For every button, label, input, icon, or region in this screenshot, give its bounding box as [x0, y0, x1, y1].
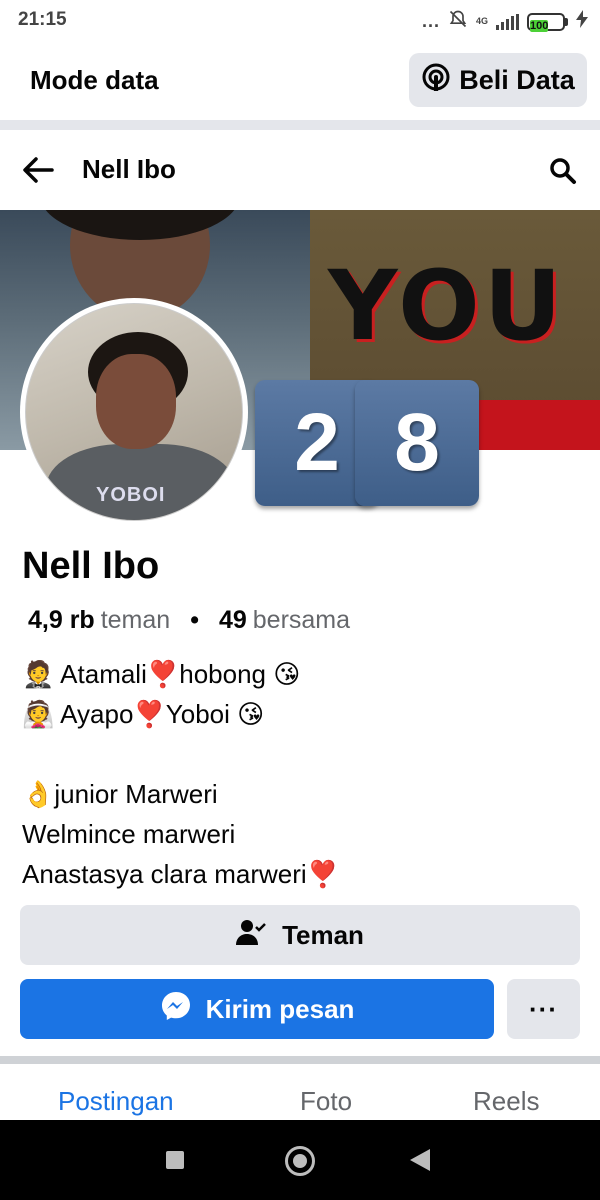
page-title: Nell Ibo: [82, 154, 176, 184]
back-triangle-icon[interactable]: [410, 1149, 430, 1171]
send-message-label: Kirim pesan: [205, 993, 355, 1024]
friends-count: 4,9 rb: [28, 606, 95, 634]
messenger-icon: [160, 990, 192, 1029]
profile-tabs: Postingan Foto Reels: [0, 1064, 600, 1120]
recents-icon[interactable]: [166, 1151, 184, 1169]
mutual-label: bersama: [252, 606, 351, 634]
friend-check-icon: [236, 918, 266, 953]
bio-line: Anastasya clara marweri❣️: [22, 859, 340, 889]
mutual-count: 49: [218, 606, 247, 634]
status-icons: ... 4G 100: [422, 9, 588, 34]
send-message-button[interactable]: Kirim pesan: [20, 979, 494, 1039]
stats-separator: •: [190, 606, 199, 634]
signal-icon: [496, 13, 519, 30]
buy-data-label: Beli Data: [459, 64, 575, 95]
bell-muted-icon: [448, 9, 468, 34]
battery-icon: 100: [527, 12, 568, 32]
profile-picture: YOBOI: [25, 303, 243, 521]
tab-posts[interactable]: Postingan: [58, 1086, 174, 1117]
bio-line: 🤵 Atamali❣️hobong 😘: [22, 659, 301, 689]
profile-name: Nell Ibo: [22, 545, 160, 587]
tab-reels[interactable]: Reels: [473, 1086, 539, 1117]
system-navigation-bar: [0, 1120, 600, 1200]
broadcast-icon: [421, 62, 451, 99]
cover-text: YOU: [328, 250, 566, 362]
status-bar: 21:15 ... 4G 100: [0, 0, 600, 40]
bio-line: 👰 Ayapo❣️Yoboi 😘: [22, 699, 265, 729]
search-icon[interactable]: [548, 156, 578, 186]
bio-line: Welmince marweri: [22, 819, 236, 849]
friends-button[interactable]: Teman: [20, 905, 580, 965]
number-tile-8: 8: [355, 380, 479, 506]
back-arrow-icon[interactable]: [20, 152, 56, 188]
friends-button-label: Teman: [282, 919, 364, 950]
divider: [0, 1056, 600, 1064]
network-type: 4G: [475, 16, 488, 26]
data-mode-bar: Mode data Beli Data: [0, 40, 600, 120]
home-icon[interactable]: [285, 1146, 315, 1176]
bio-line: 👌junior Marweri: [22, 779, 218, 809]
friends-label: teman: [100, 606, 171, 634]
avatar[interactable]: YOBOI: [20, 298, 248, 526]
divider: [0, 120, 600, 130]
more-dots-icon: ···: [529, 993, 558, 1024]
profile-stats[interactable]: 4,9 rb teman • 49 bersama: [28, 606, 350, 635]
profile-bio: 🤵 Atamali❣️hobong 😘 👰 Ayapo❣️Yoboi 😘 👌ju…: [22, 654, 582, 894]
more-options-button[interactable]: ···: [507, 979, 580, 1039]
data-mode-label: Mode data: [30, 65, 159, 95]
profile-header: Nell Ibo: [0, 130, 600, 210]
tab-photos[interactable]: Foto: [300, 1086, 352, 1117]
more-notifications-icon: ...: [421, 11, 440, 31]
bio-spacer: [22, 734, 582, 774]
status-time: 21:15: [18, 9, 67, 30]
charging-icon: [576, 10, 588, 33]
battery-level: 100: [530, 19, 549, 32]
buy-data-button[interactable]: Beli Data: [409, 53, 587, 107]
